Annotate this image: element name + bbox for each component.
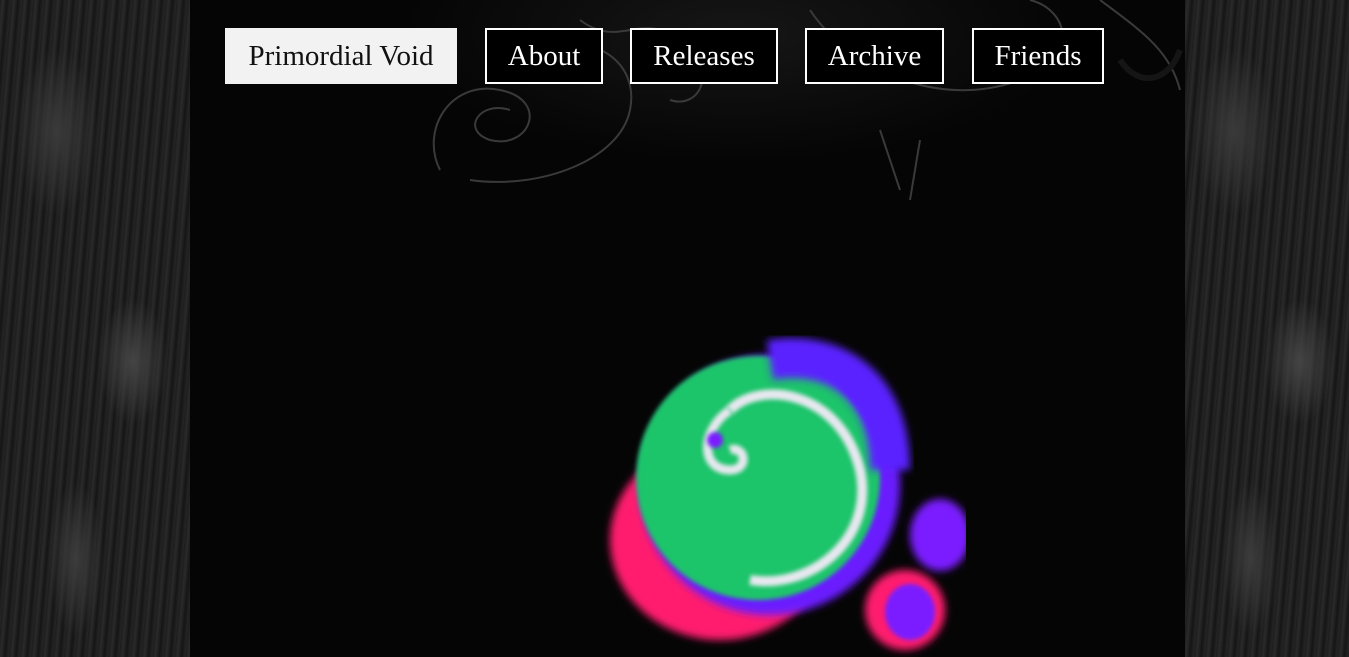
left-texture-panel [0, 0, 190, 657]
main-navigation: Primordial Void About Releases Archive F… [0, 28, 1349, 84]
background-texture [0, 0, 1349, 657]
right-texture-panel [1185, 0, 1349, 657]
nav-link-releases[interactable]: Releases [630, 28, 778, 84]
nav-link-primordial-void[interactable]: Primordial Void [225, 28, 457, 84]
nav-link-archive[interactable]: Archive [805, 28, 944, 84]
nav-link-about[interactable]: About [485, 28, 603, 84]
glitch-orb-artwork [610, 338, 990, 657]
nav-link-friends[interactable]: Friends [972, 28, 1104, 84]
